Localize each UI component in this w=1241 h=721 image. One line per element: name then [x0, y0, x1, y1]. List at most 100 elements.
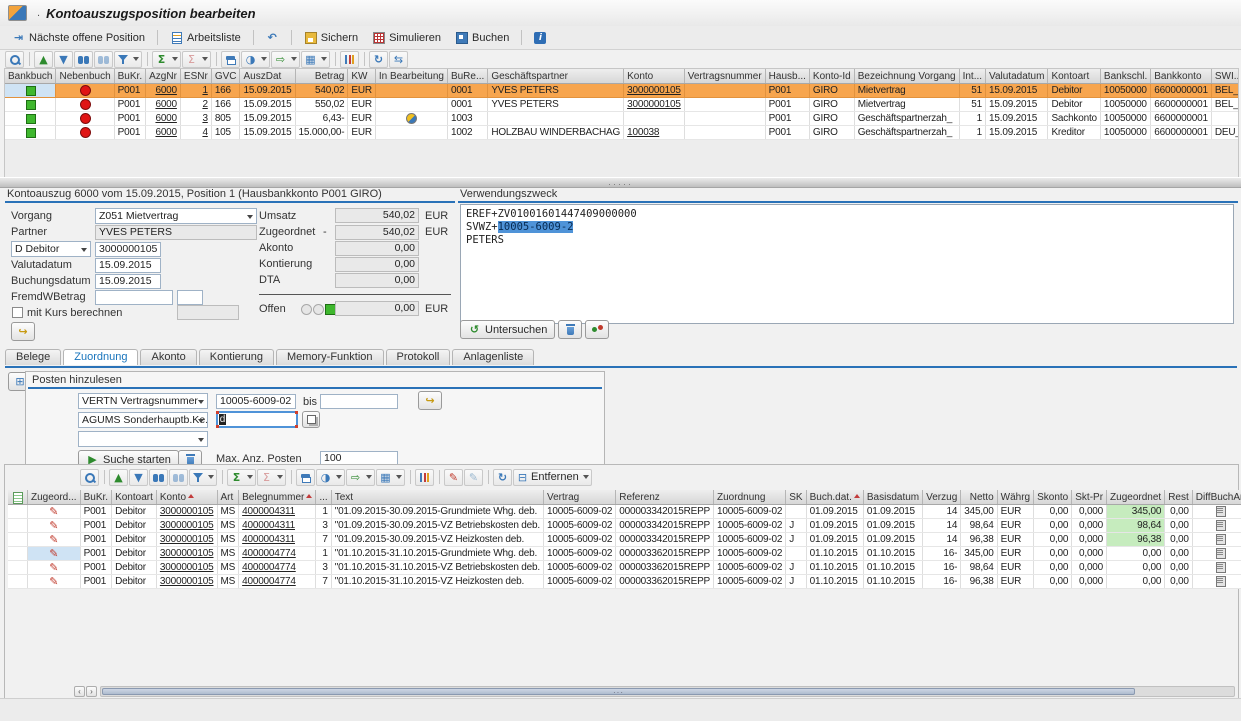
criterion2-from-field[interactable]: d	[216, 411, 298, 428]
drilldown-link[interactable]: 3000000105	[160, 534, 214, 545]
col-icon[interactable]	[8, 490, 28, 505]
cell-azgnr[interactable]: 6000	[146, 126, 181, 140]
cell-esnr[interactable]: 2	[180, 98, 211, 112]
horizontal-scrollbar[interactable]: ···	[100, 686, 1235, 697]
cell-zugeord[interactable]: ✎	[28, 561, 81, 575]
cell-belegnummer[interactable]: 4000004311	[239, 519, 316, 533]
multiple-selection-button[interactable]	[302, 411, 320, 428]
fremdwbetrag-field[interactable]	[95, 290, 173, 305]
find-next-button[interactable]	[169, 469, 188, 486]
col-skonto[interactable]: Skonto	[1034, 490, 1072, 505]
scrollbar-handle[interactable]: ···	[102, 688, 1135, 695]
drilldown-link[interactable]: 4	[202, 127, 207, 138]
transfer-button[interactable]: ↪	[11, 322, 35, 341]
col-esnr[interactable]: ESNr	[180, 69, 211, 84]
table-row[interactable]: ✎P001Debitor3000000105MS40000047747"01.1…	[8, 575, 1241, 589]
vorgang-select[interactable]: Z051 Mietvertrag	[95, 208, 257, 224]
find-button[interactable]	[74, 51, 93, 68]
col-valutadatum[interactable]: Valutadatum	[986, 69, 1048, 84]
drilldown-link[interactable]: 6000	[155, 99, 176, 110]
cell-belegnummer[interactable]: 4000004774	[239, 575, 316, 589]
usage-textarea[interactable]: EREF+ZV01001601447409000000 SVWZ+10005-6…	[460, 204, 1234, 324]
kurs-checkbox[interactable]	[12, 307, 23, 318]
cell-esnr[interactable]: 3	[180, 112, 211, 126]
worklist-button[interactable]: Arbeitsliste	[163, 28, 248, 47]
valutadatum-field[interactable]: 15.09.2015	[95, 258, 161, 273]
scroll-left-button[interactable]: ‹	[74, 686, 85, 697]
col-bukr[interactable]: BuKr.	[114, 69, 145, 84]
cell-belegnummer[interactable]: 4000004774	[239, 547, 316, 561]
refresh-button[interactable]: ↻	[369, 51, 388, 68]
col-bankschl[interactable]: Bankschl.	[1100, 69, 1150, 84]
col-rest[interactable]: Rest	[1165, 490, 1193, 505]
col-referenz[interactable]: Referenz	[616, 490, 714, 505]
col-konto-id[interactable]: Konto-Id	[809, 69, 854, 84]
find-next-button[interactable]	[94, 51, 113, 68]
table-row[interactable]: P0016000116615.09.2015540,02EUR0001YVES …	[5, 84, 1239, 98]
transaction-icon[interactable]	[8, 5, 27, 21]
cell-konto[interactable]: 3000000105	[624, 98, 685, 112]
sum-button[interactable]: Σ	[152, 51, 181, 68]
subtotal-button[interactable]: Σ	[182, 51, 211, 68]
tab-belege[interactable]: Belege	[5, 349, 61, 365]
col-zugeord[interactable]: Zugeord...	[28, 490, 81, 505]
save-button[interactable]: Sichern	[297, 28, 365, 47]
drilldown-link[interactable]: 4000004774	[242, 562, 296, 573]
cell-azgnr[interactable]: 6000	[146, 98, 181, 112]
drilldown-link[interactable]: 4000004774	[242, 548, 296, 559]
tab-kontierung[interactable]: Kontierung	[199, 349, 274, 365]
col-bezeichnung-vorgang[interactable]: Bezeichnung Vorgang	[854, 69, 959, 84]
drilldown-link[interactable]: 100038	[627, 127, 659, 138]
col-skt-pr[interactable]: Skt-Pr	[1072, 490, 1107, 505]
col-vertragsnummer[interactable]: Vertragsnummer	[684, 69, 765, 84]
col-auszdat[interactable]: AuszDat	[240, 69, 295, 84]
drilldown-link[interactable]: 3000000105	[160, 576, 214, 587]
tab-memory-funktion[interactable]: Memory-Funktion	[276, 349, 384, 365]
col-buch-dat[interactable]: Buch.dat.	[806, 490, 863, 505]
col-netto[interactable]: Netto	[961, 490, 997, 505]
drilldown-link[interactable]: 1	[202, 85, 207, 96]
account-field[interactable]: 3000000105	[95, 242, 161, 257]
cell-belegnummer[interactable]: 4000004311	[239, 533, 316, 547]
cell-konto[interactable]: 3000000105	[624, 84, 685, 98]
col-kontoart[interactable]: Kontoart	[1048, 69, 1100, 84]
sum-button[interactable]: Σ	[227, 469, 256, 486]
col-bure[interactable]: BuRe...	[447, 69, 487, 84]
drilldown-link[interactable]: 2	[202, 99, 207, 110]
table-row[interactable]: ✎P001Debitor3000000105MS40000043111"01.0…	[8, 505, 1241, 519]
sort-desc-button[interactable]: ▼	[54, 51, 73, 68]
col-kw[interactable]: KW	[348, 69, 376, 84]
fremdw-currency-field[interactable]	[177, 290, 203, 305]
drilldown-link[interactable]: 3000000105	[627, 85, 681, 96]
criterion3-select[interactable]	[78, 431, 208, 447]
cell-esnr[interactable]: 1	[180, 84, 211, 98]
undo-button[interactable]: ↶	[259, 28, 286, 47]
col-konto[interactable]: Konto	[156, 490, 217, 505]
views-button[interactable]: ◑	[316, 469, 345, 486]
examine-button[interactable]: ↺Untersuchen	[460, 320, 555, 339]
cell-konto[interactable]: 3000000105	[156, 575, 217, 589]
cell-azgnr[interactable]: 6000	[146, 84, 181, 98]
col-gesch-ftspartner[interactable]: Geschäftspartner	[488, 69, 624, 84]
cell-zugeord[interactable]: ✎	[28, 533, 81, 547]
cell-konto[interactable]: 3000000105	[156, 547, 217, 561]
col-hausb[interactable]: Hausb...	[765, 69, 809, 84]
tab-protokoll[interactable]: Protokoll	[386, 349, 451, 365]
col-verzug[interactable]: Verzug	[923, 490, 961, 505]
cell-konto[interactable]: 3000000105	[156, 519, 217, 533]
tab-anlagenliste[interactable]: Anlagenliste	[452, 349, 534, 365]
next-open-position-button[interactable]: ⇥Nächste offene Position	[5, 28, 152, 47]
sort-asc-button[interactable]: ▲	[34, 51, 53, 68]
col-nebenbuch[interactable]: Nebenbuch	[56, 69, 114, 84]
cell-belegnummer[interactable]: 4000004774	[239, 561, 316, 575]
drilldown-link[interactable]: 6000	[155, 127, 176, 138]
views-button[interactable]: ◑	[241, 51, 270, 68]
layout-button[interactable]: ▦	[376, 469, 405, 486]
print-button[interactable]	[296, 469, 315, 486]
graphic-button[interactable]	[415, 469, 434, 486]
col-gvc[interactable]: GVC	[211, 69, 240, 84]
cell-zugeord[interactable]: ✎	[28, 575, 81, 589]
col-belegnummer[interactable]: Belegnummer	[239, 490, 316, 505]
remove-button[interactable]: ⊟Entfernen	[513, 469, 592, 486]
cell-azgnr[interactable]: 6000	[146, 112, 181, 126]
